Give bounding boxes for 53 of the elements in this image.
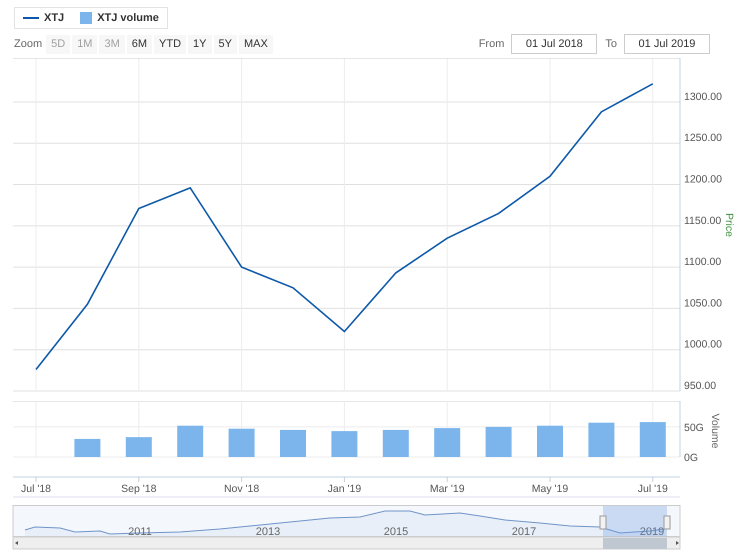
date-tick-label: Jul '19 — [638, 482, 668, 495]
price-tick-label: 1150.00 — [684, 214, 722, 227]
volume-axis-title: Volume — [709, 413, 721, 448]
legend-item[interactable]: XTJ — [23, 12, 64, 24]
year-label: 2015 — [384, 526, 408, 538]
price-tick-label: 1200.00 — [684, 174, 722, 186]
date-tick-label: Nov '18 — [224, 482, 260, 495]
volume-bar — [280, 430, 306, 457]
price-tick-label: 1050.00 — [684, 297, 722, 310]
volume-bar — [126, 436, 152, 457]
price-tick-label: 950.00 — [684, 380, 716, 392]
date-tick-label: Sep '18 — [121, 482, 156, 495]
price-tick-label: 1000.00 — [684, 338, 722, 351]
price-tick-label: 1100.00 — [684, 256, 722, 268]
to-date-field[interactable]: 01 Jul 2019 — [624, 34, 710, 54]
range-selection[interactable] — [603, 506, 667, 538]
left-handle[interactable] — [600, 516, 606, 530]
to-label: To — [605, 38, 617, 50]
zoom-button[interactable]: 5Y — [214, 34, 237, 54]
volume-bar — [74, 438, 100, 457]
volume-bar — [177, 425, 204, 457]
right-handle[interactable] — [664, 516, 670, 530]
legend-item[interactable]: XTJ volume — [80, 12, 159, 24]
from-date-field[interactable]: 01 Jul 2018 — [511, 34, 598, 54]
zoom-button[interactable]: MAX — [238, 34, 273, 54]
volume-bar — [228, 428, 255, 457]
year-label: 2013 — [256, 526, 280, 538]
date-tick-label: Mar '19 — [430, 482, 465, 495]
volume-bar — [588, 422, 614, 457]
scroll-right-icon[interactable] — [676, 541, 679, 546]
volume-bar — [382, 430, 409, 457]
price-tick-label: 1300.00 — [684, 90, 722, 103]
volume-bar — [640, 422, 666, 457]
scroll-left-icon[interactable] — [15, 541, 18, 546]
date-tick-label: May '19 — [532, 482, 568, 495]
scrollbar[interactable] — [12, 536, 680, 550]
from-label: From — [478, 38, 504, 50]
date-tick-label: Jan '19 — [328, 482, 362, 495]
price-tick-label: 1250.00 — [684, 132, 722, 144]
volume-bar — [434, 428, 460, 457]
volume-bar — [537, 425, 563, 457]
volume-bar — [486, 426, 512, 457]
year-label: 2017 — [512, 526, 536, 538]
zoom-button[interactable]: 6M — [126, 34, 152, 54]
volume-tick-label: 50G — [684, 422, 704, 434]
zoom-button[interactable]: 1Y — [188, 34, 212, 54]
date-tick-label: Jul '18 — [20, 482, 52, 495]
scrollbar-thumb[interactable] — [603, 538, 667, 550]
price-axis-title: Price — [723, 213, 735, 237]
volume-tick-label: 0G — [684, 452, 698, 464]
zoom-button[interactable]: YTD — [154, 34, 186, 54]
volume-bar — [331, 430, 358, 457]
zoom-label: Zoom — [14, 38, 42, 50]
